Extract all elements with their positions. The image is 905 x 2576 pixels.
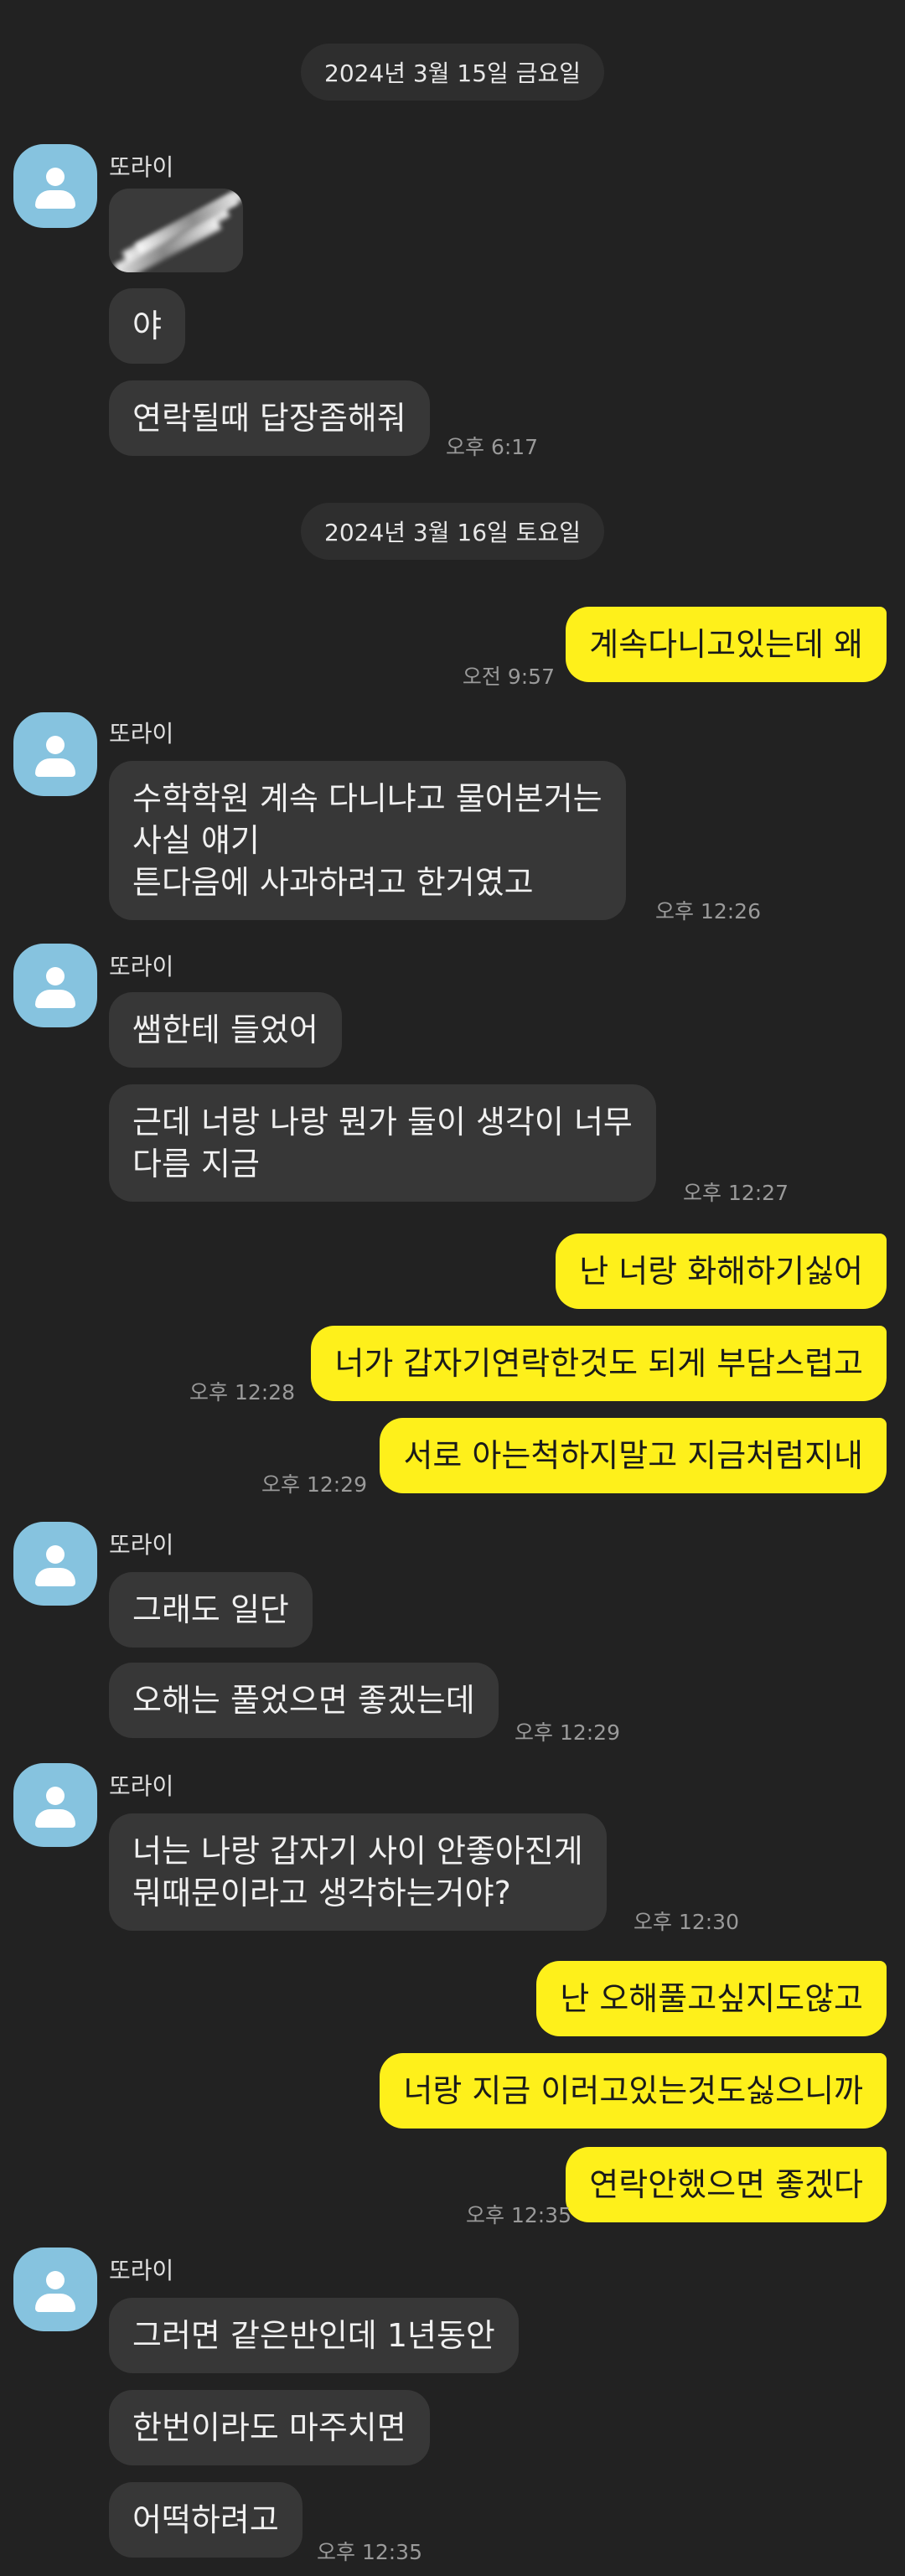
message-time: 오후 12:35 [317,2540,422,2564]
sender-name: 또라이 [109,953,174,980]
message-line: 사실 얘기 [132,822,260,859]
avatar[interactable] [13,2248,97,2331]
message-line: 너는 나랑 갑자기 사이 안좋아진게 [132,1833,583,1870]
avatar[interactable] [13,944,97,1027]
message-bubble[interactable]: 너랑 지금 이러고있는것도싫으니까 [380,2053,887,2129]
message-line: 수학학원 계속 다니냐고 물어본거는 [132,780,602,817]
message-time: 오후 12:27 [683,1181,789,1205]
message-time: 오후 12:35 [466,2203,571,2227]
date-divider: 2024년 3월 16일 토요일 [301,503,604,560]
avatar[interactable] [13,712,97,796]
message-time: 오후 12:29 [261,1472,367,1497]
message-bubble[interactable]: 그러면 같은반인데 1년동안 [109,2298,519,2373]
sender-name: 또라이 [109,1531,174,1559]
avatar[interactable] [13,144,97,228]
message-bubble[interactable]: 연락안했으면 좋겠다 [566,2147,887,2222]
date-divider: 2024년 3월 15일 금요일 [301,44,604,101]
message-time: 오후 12:28 [189,1380,295,1404]
blurred-photo-thumbnail[interactable] [109,189,243,272]
message-line: 다름 지금 [132,1146,260,1182]
message-time: 오후 12:29 [515,1720,620,1745]
sender-name: 또라이 [109,153,174,181]
message-line: 튼다음에 사과하려고 한거였고 [132,864,534,901]
message-bubble[interactable]: 수학학원 계속 다니냐고 물어본거는 사실 얘기 튼다음에 사과하려고 한거였고 [109,761,626,920]
message-line: 근데 너랑 나랑 뭔가 둘이 생각이 너무 [132,1104,633,1141]
avatar[interactable] [13,1763,97,1847]
sender-name: 또라이 [109,2257,174,2284]
message-time: 오후 12:30 [634,1910,739,1934]
message-bubble[interactable]: 오해는 풀었으면 좋겠는데 [109,1663,499,1738]
message-bubble[interactable]: 어떡하려고 [109,2482,303,2558]
message-bubble[interactable]: 연락될때 답장좀해줘 [109,380,430,456]
message-bubble[interactable]: 한번이라도 마주치면 [109,2390,430,2465]
message-time: 오후 6:17 [446,435,539,459]
message-time: 오후 12:26 [655,899,761,923]
message-line: 뭐때문이라고 생각하는거야? [132,1875,511,1911]
message-time: 오전 9:57 [462,665,555,689]
message-bubble[interactable]: 난 오해풀고싶지도않고 [536,1961,887,2036]
message-bubble[interactable]: 그래도 일단 [109,1572,313,1648]
avatar[interactable] [13,1522,97,1606]
message-bubble[interactable]: 쌤한테 들었어 [109,992,342,1068]
message-bubble[interactable]: 난 너랑 화해하기싫어 [556,1234,887,1309]
message-bubble[interactable]: 야 [109,288,185,364]
message-bubble[interactable]: 계속다니고있는데 왜 [566,607,887,682]
message-bubble[interactable]: 서로 아는척하지말고 지금처럼지내 [380,1418,887,1493]
message-bubble[interactable]: 너가 갑자기연락한것도 되게 부담스럽고 [311,1326,887,1401]
message-bubble[interactable]: 너는 나랑 갑자기 사이 안좋아진게 뭐때문이라고 생각하는거야? [109,1813,607,1931]
message-bubble[interactable]: 근데 너랑 나랑 뭔가 둘이 생각이 너무 다름 지금 [109,1084,656,1202]
sender-name: 또라이 [109,720,174,747]
sender-name: 또라이 [109,1772,174,1800]
